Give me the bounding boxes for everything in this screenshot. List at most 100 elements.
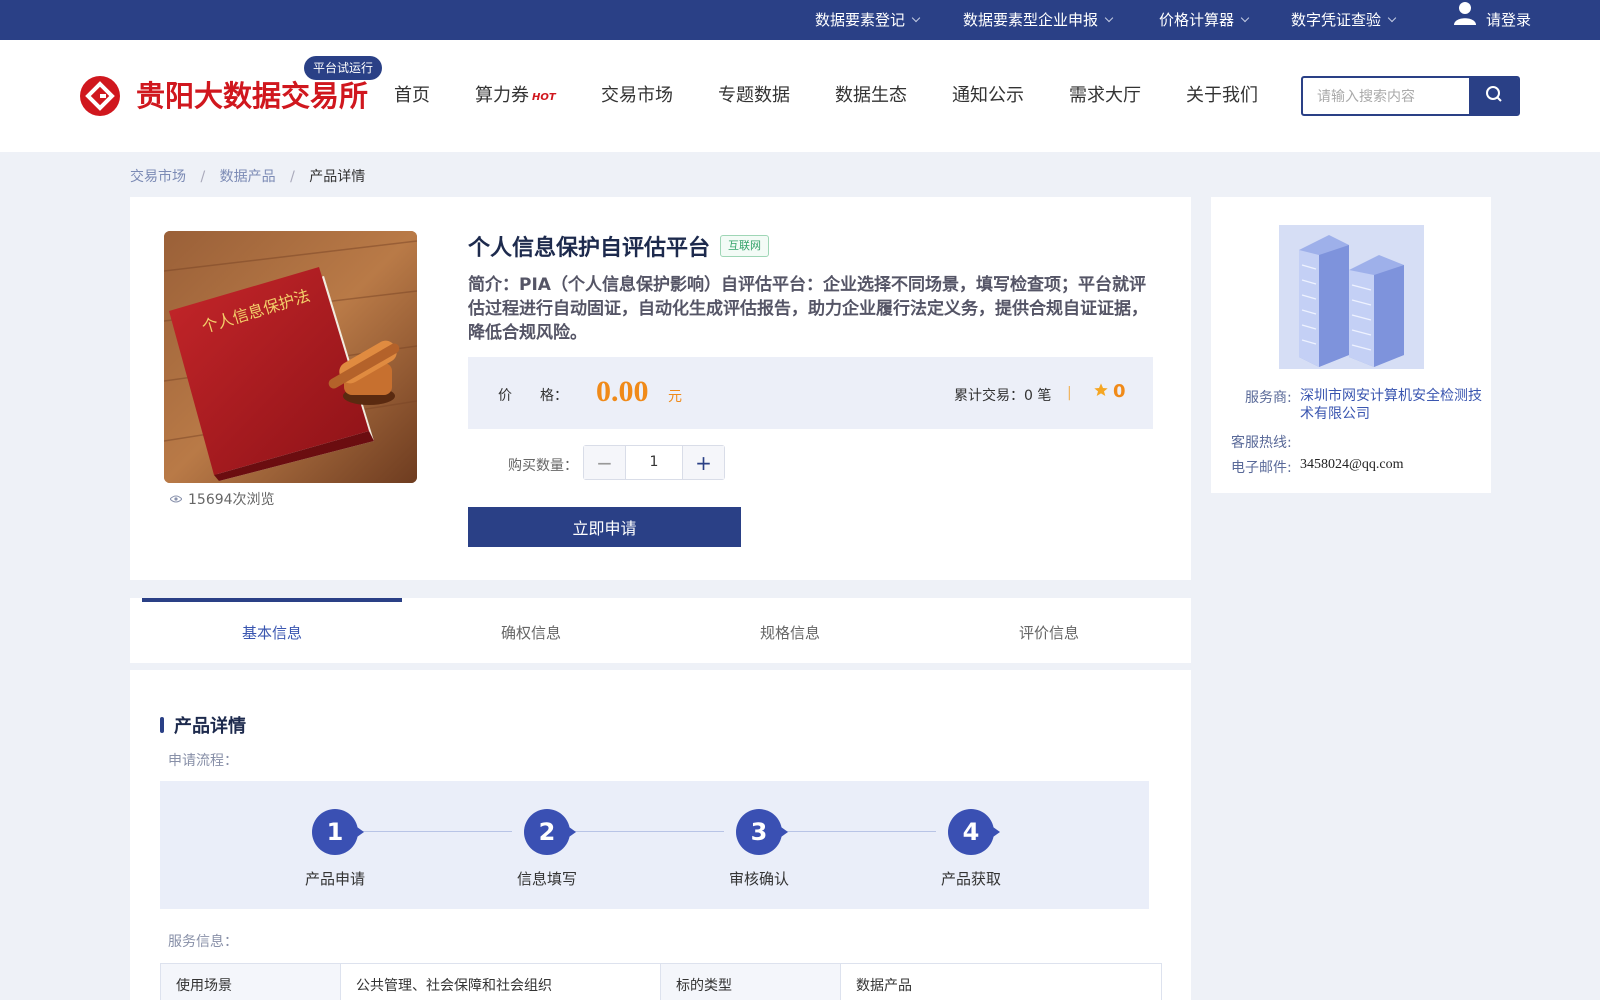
breadcrumb-trading-market[interactable]: 交易市场	[130, 169, 186, 185]
breadcrumb-data-products[interactable]: 数据产品	[220, 169, 276, 185]
table-cell-value: 公共管理、社会保障和社会组织	[341, 964, 661, 1000]
plus-icon: +	[695, 450, 712, 475]
price-bar: 价 格： 0.00 元 累计交易：0 笔 | 0	[468, 357, 1153, 429]
user-icon	[1454, 0, 1476, 40]
view-count-label: 15694次浏览	[188, 492, 275, 508]
email-value[interactable]: 3458024@qq.com	[1300, 457, 1404, 473]
topbar-menu-certificate-check[interactable]: 数字凭证查验	[1291, 0, 1397, 40]
step-label: 审核确认	[728, 870, 789, 888]
service-info-table: 使用场景 公共管理、社会保障和社会组织 标的类型 数据产品	[160, 963, 1162, 1000]
topbar-menu-label: 价格计算器	[1159, 11, 1235, 29]
topbar-menu-label: 数据要素型企业申报	[963, 11, 1099, 29]
provider-name[interactable]: 深圳市网安计算机安全检测技 术有限公司	[1300, 387, 1482, 423]
flow-step: 3 审核确认	[699, 781, 819, 909]
brand-logo-icon[interactable]	[80, 76, 120, 116]
login-label: 请登录	[1486, 11, 1532, 29]
tab-spec-info[interactable]: 规格信息	[660, 598, 920, 663]
brand-name[interactable]: 贵阳大数据交易所	[136, 76, 368, 116]
breadcrumb-separator: /	[200, 169, 206, 185]
chevron-down-icon	[1104, 13, 1114, 23]
top-bar: 数据要素登记 数据要素型企业申报 价格计算器 数字凭证查验 请登录	[0, 0, 1600, 40]
product-image: 个人信息保护法	[164, 231, 417, 483]
eye-icon	[169, 491, 183, 507]
detail-tabs: 基本信息 确权信息 规格信息 评价信息	[130, 598, 1191, 663]
price-unit: 元	[668, 389, 682, 405]
search-icon	[1485, 85, 1503, 107]
price-label: 价 格：	[498, 388, 568, 404]
section-title-text: 产品详情	[174, 716, 246, 737]
topbar-menu-label: 数据要素登记	[815, 11, 906, 29]
provider-label-text: 服务商:	[1245, 390, 1292, 406]
step-number: 4	[948, 809, 1000, 855]
provider-name-line: 深圳市网安计算机安全检测技	[1300, 388, 1482, 404]
step-number: 1	[312, 809, 364, 855]
table-cell-key: 使用场景	[161, 964, 341, 1000]
step-number: 3	[736, 809, 788, 855]
increment-button[interactable]: +	[683, 446, 724, 479]
category-tag: 互联网	[720, 235, 770, 257]
step-label: 产品获取	[940, 870, 1001, 888]
email-label: 电子邮件:	[1231, 457, 1292, 477]
star-icon[interactable]	[1093, 382, 1109, 402]
search-button[interactable]	[1469, 76, 1518, 116]
beta-badge: 平台试运行	[304, 56, 383, 80]
topbar-menu-price-calculator[interactable]: 价格计算器	[1159, 0, 1250, 40]
nav-demand-hall[interactable]: 需求大厅	[1069, 80, 1141, 112]
provider-label: 服务商:	[1245, 387, 1292, 407]
favorite-count: 0	[1113, 381, 1126, 402]
nav-notices[interactable]: 通知公示	[952, 80, 1024, 112]
hotline-label-text: 客服热线:	[1231, 435, 1292, 451]
step-label: 信息填写	[516, 870, 577, 888]
quantity-label: 购买数量：	[508, 458, 578, 474]
minus-icon: −	[596, 450, 613, 475]
nav-data-ecosystem[interactable]: 数据生态	[835, 80, 907, 112]
topbar-menu-data-registration[interactable]: 数据要素登记	[815, 0, 921, 40]
step-number: 2	[524, 809, 576, 855]
flow-label: 申请流程：	[168, 753, 238, 769]
nav-compute-voucher[interactable]: 算力券	[475, 80, 529, 112]
login-link[interactable]: 请登录	[1454, 0, 1531, 40]
price-value: 0.00	[596, 375, 649, 408]
table-cell-value: 数据产品	[856, 978, 912, 994]
product-title-text: 个人信息保护自评估平台	[468, 236, 711, 261]
hot-badge: HOT	[532, 92, 556, 103]
flow-step: 1 产品申请	[275, 781, 395, 909]
breadcrumb-separator: /	[290, 169, 295, 185]
search-input[interactable]	[1303, 78, 1473, 114]
flow-step: 4 产品获取	[911, 781, 1031, 909]
nav-topic-data[interactable]: 专题数据	[718, 80, 790, 112]
decrement-button[interactable]: −	[584, 446, 625, 479]
step-label: 产品申请	[304, 870, 365, 888]
email-label-text: 电子邮件:	[1231, 460, 1292, 476]
quantity-input[interactable]: 1	[625, 446, 683, 479]
chevron-down-icon	[1240, 13, 1250, 23]
tab-reviews[interactable]: 评价信息	[919, 598, 1179, 663]
flow-step: 2 信息填写	[487, 781, 607, 909]
apply-now-button[interactable]: 立即申请	[468, 507, 741, 547]
product-title: 个人信息保护自评估平台 互联网	[468, 230, 770, 262]
service-info-label: 服务信息：	[168, 934, 238, 950]
table-cell-key: 标的类型	[661, 964, 841, 1000]
application-flow: 1 产品申请 2 信息填写 3 审核确认 4 产品获取	[160, 781, 1149, 909]
nav-about-us[interactable]: 关于我们	[1186, 80, 1258, 112]
provider-name-line: 术有限公司	[1300, 406, 1370, 422]
hotline-label: 客服热线:	[1231, 432, 1292, 452]
product-description: 简介：PIA（个人信息保护影响）自评估平台：企业选择不同场景，填写检查项；平台就…	[468, 275, 1148, 343]
nav-trading-market[interactable]: 交易市场	[601, 80, 673, 112]
provider-building-image	[1279, 225, 1424, 369]
tab-ownership-info[interactable]: 确权信息	[401, 598, 661, 663]
chevron-down-icon	[911, 13, 921, 23]
breadcrumb: 交易市场 / 数据产品 / 产品详情	[130, 166, 375, 186]
divider: |	[1067, 385, 1072, 401]
topbar-menu-label: 数字凭证查验	[1291, 11, 1382, 29]
topbar-menu-enterprise-declaration[interactable]: 数据要素型企业申报	[963, 0, 1114, 40]
tab-basic-info[interactable]: 基本信息	[142, 598, 402, 663]
chevron-down-icon	[1387, 13, 1397, 23]
section-title: 产品详情	[160, 712, 246, 738]
trade-count: 累计交易：0 笔	[954, 388, 1052, 404]
view-count: 15694次浏览	[169, 489, 275, 509]
site-header: 贵阳大数据交易所 平台试运行 首页 算力券 HOT 交易市场 专题数据 数据生态…	[0, 40, 1600, 152]
nav-home[interactable]: 首页	[394, 80, 430, 112]
section-title-bar	[160, 717, 164, 733]
search-box	[1301, 76, 1520, 116]
